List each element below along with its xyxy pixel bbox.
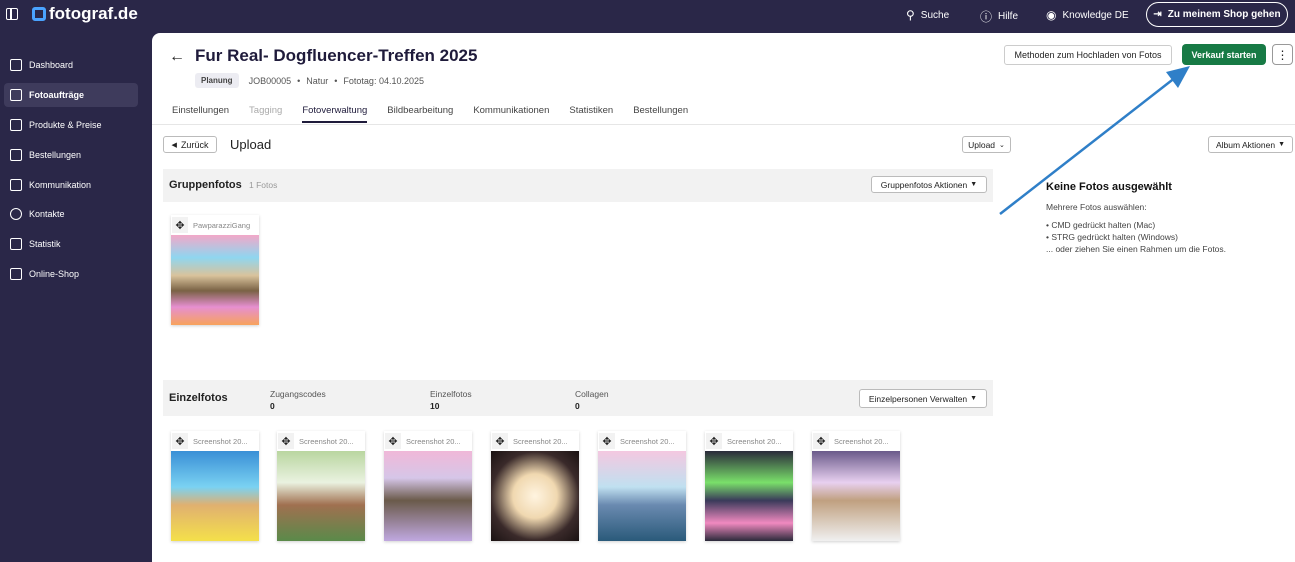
annotation-arrow-head bbox=[1166, 66, 1190, 88]
annotation-arrow-line bbox=[999, 76, 1177, 215]
annotation-arrow bbox=[999, 66, 1190, 215]
